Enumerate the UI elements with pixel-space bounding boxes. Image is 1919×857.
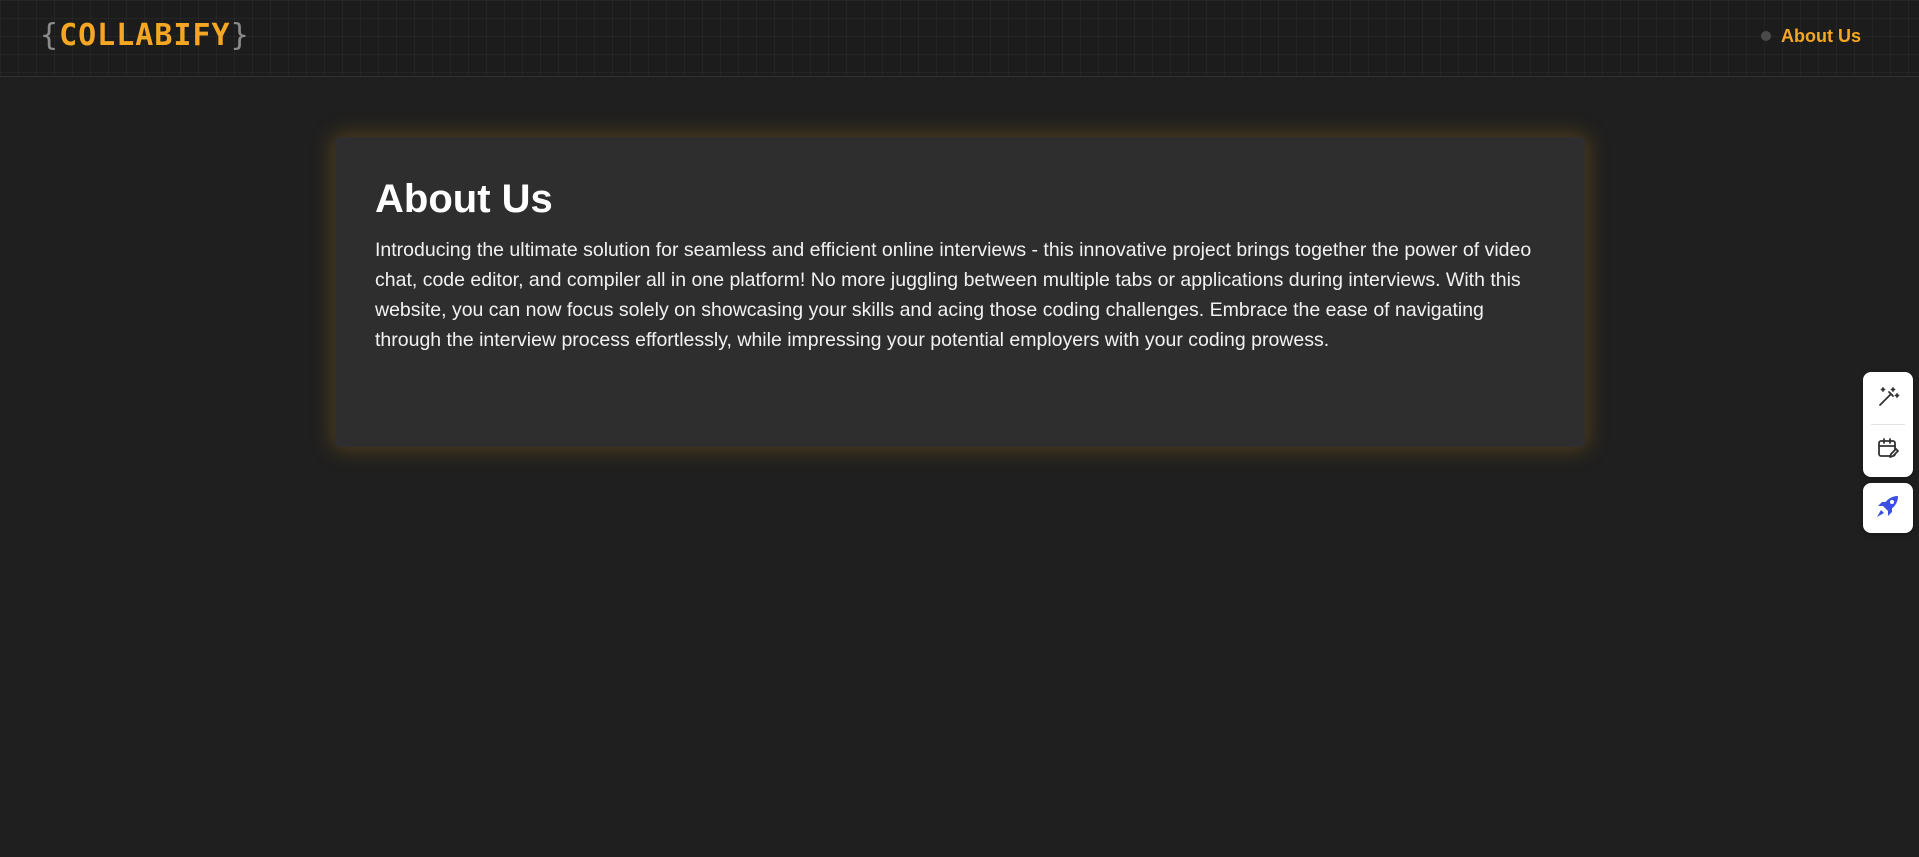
logo-close-brace: } <box>230 18 250 53</box>
magic-wand-icon <box>1876 385 1900 414</box>
about-description: Introducing the ultimate solution for se… <box>375 239 1532 351</box>
launcher-button[interactable] <box>1863 483 1913 533</box>
side-toolbar <box>1863 372 1913 477</box>
magic-wand-button[interactable] <box>1863 376 1913 422</box>
nav-link-about-us[interactable]: About Us <box>1761 24 1861 48</box>
side-toolbar-divider <box>1871 424 1905 425</box>
calendar-edit-icon <box>1876 436 1900 465</box>
about-card: About Us Introducing the ultimate soluti… <box>335 137 1585 447</box>
logo-name: COLLABIFY <box>59 18 231 53</box>
logo-open-brace: { <box>40 18 60 53</box>
navbar: {COLLABIFY} About Us <box>0 0 1919 77</box>
dot-icon <box>1761 31 1771 41</box>
nav-link-label: About Us <box>1781 26 1861 46</box>
page-title: About Us <box>375 177 553 221</box>
calendar-edit-button[interactable] <box>1863 427 1913 473</box>
logo[interactable]: {COLLABIFY} <box>40 16 250 56</box>
rocket-icon <box>1874 492 1902 525</box>
